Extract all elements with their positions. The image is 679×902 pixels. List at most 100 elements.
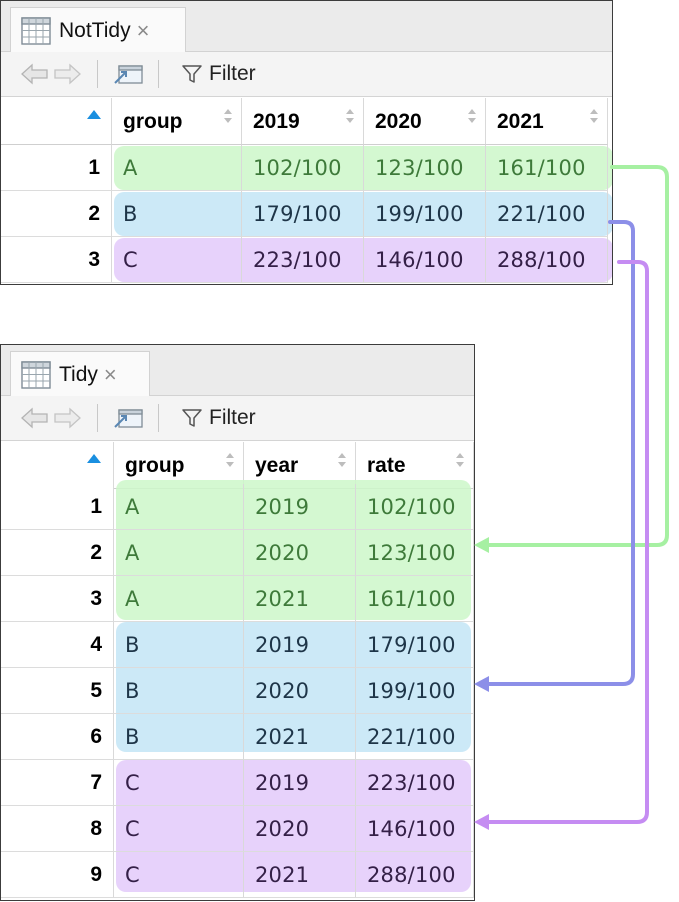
table-cell[interactable]: 2019 bbox=[244, 622, 356, 668]
data-grid: group 2019 2020 2021 1 A 102/100 123/100… bbox=[1, 98, 612, 284]
table-cell[interactable]: A bbox=[114, 530, 244, 576]
filter-button[interactable]: Filter bbox=[181, 406, 256, 430]
forward-arrow-icon bbox=[54, 407, 81, 429]
row-index: 8 bbox=[1, 806, 114, 852]
tab-label: NotTidy bbox=[59, 18, 131, 42]
table-cell[interactable]: 123/100 bbox=[356, 530, 474, 576]
forward-button[interactable] bbox=[53, 62, 83, 86]
toolbar-separator bbox=[97, 404, 98, 432]
close-tab-icon[interactable]: × bbox=[137, 19, 150, 42]
table-cell[interactable]: 146/100 bbox=[364, 237, 486, 283]
row-index: 2 bbox=[1, 191, 112, 237]
table-cell[interactable]: A bbox=[114, 576, 244, 622]
table-cell[interactable]: 223/100 bbox=[242, 237, 364, 283]
filter-funnel-icon bbox=[182, 65, 202, 83]
table-cell[interactable]: 123/100 bbox=[364, 145, 486, 191]
sort-arrows-icon bbox=[590, 109, 598, 123]
tab-bar: Tidy × bbox=[1, 345, 474, 397]
table-cell[interactable]: B bbox=[114, 622, 244, 668]
column-header-label: group bbox=[125, 454, 185, 477]
column-header-label: 2021 bbox=[497, 110, 544, 133]
group-b-arrowhead bbox=[474, 676, 489, 692]
tidy-data-viewer: Tidy × Filter group year rate 1 A 2019 1… bbox=[0, 344, 475, 901]
column-header-label: 2019 bbox=[253, 110, 300, 133]
close-tab-icon[interactable]: × bbox=[104, 363, 117, 386]
table-cell[interactable]: 2019 bbox=[244, 484, 356, 530]
filter-funnel-icon bbox=[182, 409, 202, 427]
table-cell[interactable]: 146/100 bbox=[356, 806, 474, 852]
table-grid-icon bbox=[21, 360, 51, 389]
row-index: 6 bbox=[1, 714, 114, 760]
group-a-arrowhead bbox=[474, 537, 489, 553]
column-header-2019[interactable]: 2019 bbox=[242, 98, 364, 145]
table-grid-icon bbox=[21, 16, 51, 45]
toolbar-separator bbox=[97, 60, 98, 88]
filter-label: Filter bbox=[209, 62, 256, 85]
table-cell[interactable]: 2020 bbox=[244, 668, 356, 714]
index-column-header[interactable] bbox=[1, 98, 112, 145]
table-cell[interactable]: C bbox=[112, 237, 242, 283]
data-grid: group year rate 1 A 2019 102/100 2 A 202… bbox=[1, 442, 474, 900]
table-cell[interactable]: 223/100 bbox=[356, 760, 474, 806]
table-cell[interactable]: 221/100 bbox=[356, 714, 474, 760]
table-cell[interactable]: 161/100 bbox=[356, 576, 474, 622]
group-b-connector-arrow bbox=[478, 220, 635, 686]
nottidy-data-viewer: NotTidy × Filter group 2019 2020 2021 1 … bbox=[0, 0, 613, 285]
back-arrow-icon bbox=[21, 407, 48, 429]
table-cell[interactable]: 199/100 bbox=[364, 191, 486, 237]
table-cell[interactable]: A bbox=[112, 145, 242, 191]
back-button[interactable] bbox=[19, 62, 49, 86]
table-cell[interactable]: 2021 bbox=[244, 714, 356, 760]
popout-button[interactable] bbox=[112, 405, 144, 431]
table-cell[interactable]: 179/100 bbox=[242, 191, 364, 237]
group-c-connector-arrow bbox=[478, 260, 649, 824]
tab-nottidy[interactable]: NotTidy × bbox=[10, 7, 186, 53]
table-cell[interactable]: C bbox=[114, 760, 244, 806]
sort-arrows-icon bbox=[468, 109, 476, 123]
table-cell[interactable]: 2021 bbox=[244, 852, 356, 898]
column-header-group[interactable]: group bbox=[112, 98, 242, 145]
back-button[interactable] bbox=[19, 406, 49, 430]
table-cell[interactable]: B bbox=[112, 191, 242, 237]
column-header-2021[interactable]: 2021 bbox=[486, 98, 608, 145]
tab-label: Tidy bbox=[59, 362, 98, 386]
table-cell[interactable]: 199/100 bbox=[356, 668, 474, 714]
table-cell[interactable]: A bbox=[114, 484, 244, 530]
sort-arrows-icon bbox=[338, 453, 346, 467]
tab-bar: NotTidy × bbox=[1, 1, 612, 53]
column-header-label: 2020 bbox=[375, 110, 422, 133]
row-index: 2 bbox=[1, 530, 114, 576]
filter-button[interactable]: Filter bbox=[181, 62, 256, 86]
table-cell[interactable]: C bbox=[114, 852, 244, 898]
column-header-label: rate bbox=[367, 454, 406, 477]
index-column-header[interactable] bbox=[1, 442, 114, 489]
popout-button[interactable] bbox=[112, 61, 144, 87]
table-cell[interactable]: 288/100 bbox=[486, 237, 608, 283]
group-c-arrowhead bbox=[474, 814, 489, 830]
table-cell[interactable]: 102/100 bbox=[242, 145, 364, 191]
filter-label: Filter bbox=[209, 406, 256, 429]
popout-window-icon bbox=[114, 65, 143, 84]
table-cell[interactable]: C bbox=[114, 806, 244, 852]
table-cell[interactable]: 288/100 bbox=[356, 852, 474, 898]
table-cell[interactable]: 102/100 bbox=[356, 484, 474, 530]
table-cell[interactable]: 2019 bbox=[244, 760, 356, 806]
forward-button[interactable] bbox=[53, 406, 83, 430]
row-index: 5 bbox=[1, 668, 114, 714]
table-cell[interactable]: 2020 bbox=[244, 806, 356, 852]
table-cell[interactable]: B bbox=[114, 668, 244, 714]
sort-arrows-icon bbox=[456, 453, 464, 467]
back-arrow-icon bbox=[21, 63, 48, 85]
table-cell[interactable]: 2021 bbox=[244, 576, 356, 622]
tab-tidy[interactable]: Tidy × bbox=[10, 351, 150, 397]
column-header-2020[interactable]: 2020 bbox=[364, 98, 486, 145]
table-cell[interactable]: 2020 bbox=[244, 530, 356, 576]
table-cell[interactable]: 179/100 bbox=[356, 622, 474, 668]
table-cell[interactable]: 221/100 bbox=[486, 191, 608, 237]
column-header-label: group bbox=[123, 110, 183, 133]
row-index: 7 bbox=[1, 760, 114, 806]
row-index: 4 bbox=[1, 622, 114, 668]
table-cell[interactable]: 161/100 bbox=[486, 145, 608, 191]
table-cell[interactable]: B bbox=[114, 714, 244, 760]
forward-arrow-icon bbox=[54, 63, 81, 85]
